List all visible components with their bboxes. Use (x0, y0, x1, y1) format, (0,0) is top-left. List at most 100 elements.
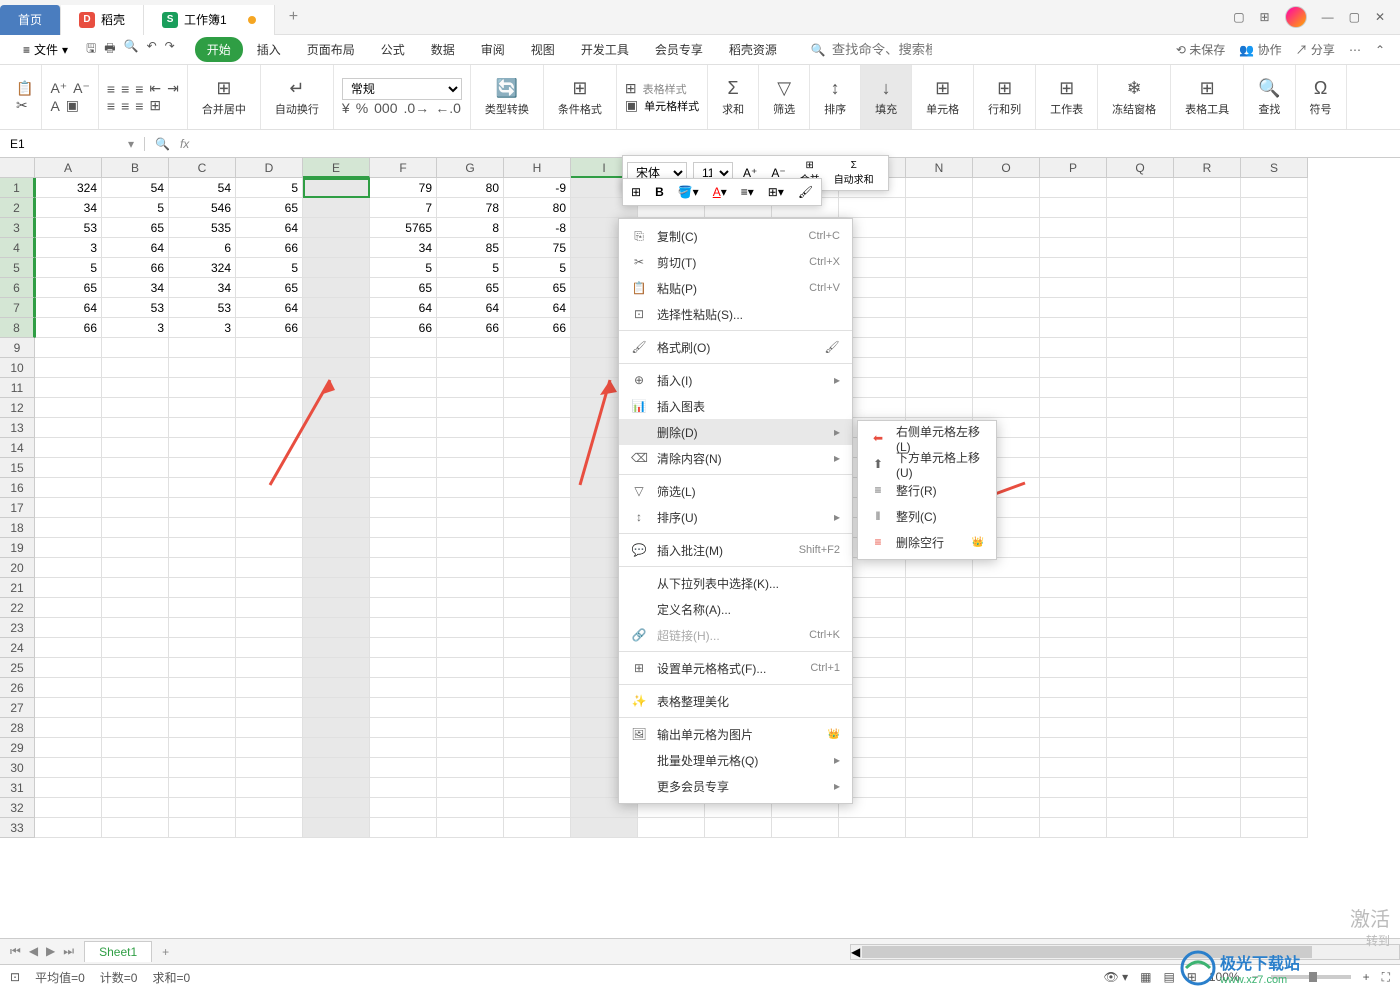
cell-O28[interactable] (973, 718, 1040, 738)
cell-C2[interactable]: 546 (169, 198, 236, 218)
cell-A27[interactable] (35, 698, 102, 718)
fill-button[interactable]: ↓填充 (869, 76, 903, 119)
cell-H23[interactable] (504, 618, 571, 638)
cell-N21[interactable] (906, 578, 973, 598)
cell-C21[interactable] (169, 578, 236, 598)
mini-fill-icon[interactable]: 🪣▾ (674, 183, 703, 201)
cell-E29[interactable] (303, 738, 370, 758)
cell-B3[interactable]: 65 (102, 218, 169, 238)
mini-align-icon[interactable]: ≡▾ (737, 183, 758, 201)
ctx-exportimg[interactable]: 🖼输出单元格为图片👑 (619, 721, 852, 747)
cell-N12[interactable] (906, 398, 973, 418)
cell-B19[interactable] (102, 538, 169, 558)
row-header-8[interactable]: 8 (0, 318, 35, 338)
ctx-batch[interactable]: 批量处理单元格(Q)▸ (619, 747, 852, 773)
row-header-11[interactable]: 11 (0, 378, 35, 398)
sheet-prev[interactable]: ◀ (29, 944, 38, 959)
cell-O10[interactable] (973, 358, 1040, 378)
row-header-19[interactable]: 19 (0, 538, 35, 558)
cell-C11[interactable] (169, 378, 236, 398)
paste-icon[interactable]: 📋 (16, 80, 33, 97)
row-header-29[interactable]: 29 (0, 738, 35, 758)
cell-M2[interactable] (839, 198, 906, 218)
cell-F13[interactable] (370, 418, 437, 438)
number-format-select[interactable]: 常规 (342, 78, 462, 100)
cell-C24[interactable] (169, 638, 236, 658)
cell-E20[interactable] (303, 558, 370, 578)
cell-O4[interactable] (973, 238, 1040, 258)
percent-icon[interactable]: % (356, 100, 368, 116)
sub-entire-row[interactable]: ≡整行(R) (858, 477, 996, 503)
cell-O2[interactable] (973, 198, 1040, 218)
cell-H1[interactable]: -9 (504, 178, 571, 198)
cell-Q23[interactable] (1107, 618, 1174, 638)
mini-border-icon[interactable]: ⊞ (627, 183, 645, 201)
cell-F17[interactable] (370, 498, 437, 518)
cell-Q26[interactable] (1107, 678, 1174, 698)
cell-H22[interactable] (504, 598, 571, 618)
cell-N27[interactable] (906, 698, 973, 718)
cell-D31[interactable] (236, 778, 303, 798)
cell-E24[interactable] (303, 638, 370, 658)
cell-D7[interactable]: 64 (236, 298, 303, 318)
cell-B13[interactable] (102, 418, 169, 438)
cell-P33[interactable] (1040, 818, 1107, 838)
cell-R12[interactable] (1174, 398, 1241, 418)
indent-dec-icon[interactable]: ⇤ (149, 80, 161, 97)
cell-G5[interactable]: 5 (437, 258, 504, 278)
cell-D30[interactable] (236, 758, 303, 778)
cell-O7[interactable] (973, 298, 1040, 318)
col-header-O[interactable]: O (973, 158, 1040, 178)
tab-vip[interactable]: 会员专享 (643, 37, 715, 62)
cell-F31[interactable] (370, 778, 437, 798)
cell-C10[interactable] (169, 358, 236, 378)
cell-N24[interactable] (906, 638, 973, 658)
mini-bold-icon[interactable]: B (651, 183, 668, 201)
tabletool-button[interactable]: ⊞表格工具 (1179, 76, 1235, 119)
cell-D1[interactable]: 5 (236, 178, 303, 198)
cell-S13[interactable] (1241, 418, 1308, 438)
cell-G13[interactable] (437, 418, 504, 438)
cell-P9[interactable] (1040, 338, 1107, 358)
cell-B6[interactable]: 34 (102, 278, 169, 298)
cell-A17[interactable] (35, 498, 102, 518)
cell-G28[interactable] (437, 718, 504, 738)
cell-C23[interactable] (169, 618, 236, 638)
cell-A2[interactable]: 34 (35, 198, 102, 218)
cell-Q24[interactable] (1107, 638, 1174, 658)
cell-F32[interactable] (370, 798, 437, 818)
cell-R3[interactable] (1174, 218, 1241, 238)
cell-H26[interactable] (504, 678, 571, 698)
cell-R10[interactable] (1174, 358, 1241, 378)
cell-G16[interactable] (437, 478, 504, 498)
cell-R21[interactable] (1174, 578, 1241, 598)
cell-F27[interactable] (370, 698, 437, 718)
col-header-F[interactable]: F (370, 158, 437, 178)
cell-S6[interactable] (1241, 278, 1308, 298)
cell-A29[interactable] (35, 738, 102, 758)
cell-S11[interactable] (1241, 378, 1308, 398)
cell-C14[interactable] (169, 438, 236, 458)
cell-R13[interactable] (1174, 418, 1241, 438)
sheet-button[interactable]: ⊞工作表 (1044, 76, 1089, 119)
cell-G7[interactable]: 64 (437, 298, 504, 318)
cell-B21[interactable] (102, 578, 169, 598)
cell-F15[interactable] (370, 458, 437, 478)
cell-D4[interactable]: 66 (236, 238, 303, 258)
cell-R17[interactable] (1174, 498, 1241, 518)
cell-H19[interactable] (504, 538, 571, 558)
cell-B29[interactable] (102, 738, 169, 758)
cell-A19[interactable] (35, 538, 102, 558)
print-icon[interactable]: 🖶 (104, 39, 115, 60)
sub-shift-left[interactable]: ⬅右侧单元格左移(L) (858, 425, 996, 451)
cell-F18[interactable] (370, 518, 437, 538)
cell-O9[interactable] (973, 338, 1040, 358)
cell-H4[interactable]: 75 (504, 238, 571, 258)
cell-H6[interactable]: 65 (504, 278, 571, 298)
cell-A32[interactable] (35, 798, 102, 818)
cell-G27[interactable] (437, 698, 504, 718)
cell-O20[interactable] (973, 558, 1040, 578)
col-header-E[interactable]: E (303, 158, 370, 178)
cell-B16[interactable] (102, 478, 169, 498)
align-left-icon[interactable]: ≡ (107, 98, 115, 114)
